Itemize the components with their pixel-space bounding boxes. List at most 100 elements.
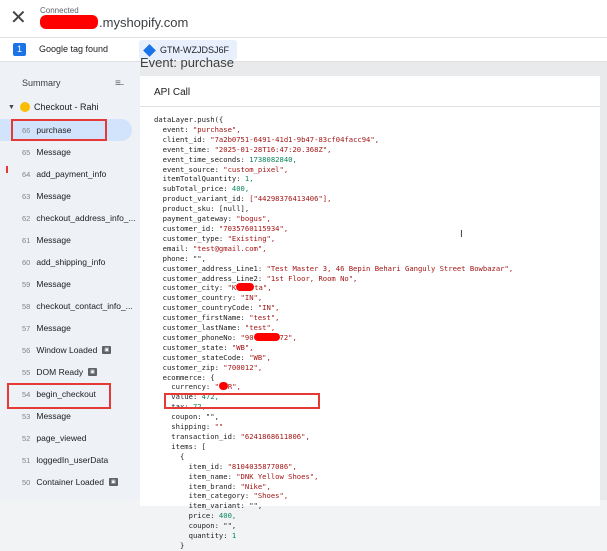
builtin-event-icon: ▣ xyxy=(88,368,97,376)
code-line: customer_phoneNo: "90 72", xyxy=(154,332,297,342)
code-line: subTotal_price: 400, xyxy=(154,184,250,194)
event-number: 55 xyxy=(22,367,31,377)
domain-suffix: .myshopify.com xyxy=(99,15,189,30)
top-bar: ✕ Connected .myshopify.com xyxy=(0,0,607,38)
code-line: event_time_seconds: 1738082840, xyxy=(154,154,297,164)
text-cursor-icon: I xyxy=(460,229,463,240)
event-label: Message xyxy=(36,323,71,333)
code-line: items: [ xyxy=(154,441,206,451)
clear-all-icon[interactable]: ≡̶ xyxy=(115,78,121,89)
code-line: item_brand: "Nike", xyxy=(154,481,271,491)
code-line: coupon: "", xyxy=(154,412,219,422)
event-label: Message xyxy=(36,411,71,421)
event-number: 63 xyxy=(22,191,31,201)
code-line: customer_address_Line2: "1st Floor, Room… xyxy=(154,273,358,283)
sidebar-event-item[interactable]: 61 Message xyxy=(0,229,140,251)
event-label: Message xyxy=(36,279,71,289)
tag-count-badge: 1 xyxy=(13,43,26,56)
sidebar-event-item[interactable]: 53 Message xyxy=(0,405,140,427)
event-number: 58 xyxy=(22,301,31,311)
sidebar-event-item[interactable]: 56 Window Loaded ▣ xyxy=(0,339,140,361)
page-row[interactable]: ▼ Checkout - Rahi xyxy=(8,102,98,112)
code-line: customer_firstName: "test", xyxy=(154,313,280,323)
code-line: customer_stateCode: "WB", xyxy=(154,352,271,362)
sidebar-event-item[interactable]: 59 Message xyxy=(0,273,140,295)
sidebar-event-item[interactable]: 66 purchase xyxy=(0,119,132,141)
event-number: 62 xyxy=(22,213,31,223)
code-line: customer_address_Line1: "Test Master 3, … xyxy=(154,263,514,273)
sidebar-event-item[interactable]: 55 DOM Ready ▣ xyxy=(0,361,140,383)
code-line: itemTotalQuantity: 1, xyxy=(154,174,254,184)
code-line: phone: "", xyxy=(154,253,206,263)
sidebar-event-item[interactable]: 62 checkout_address_info_... xyxy=(0,207,140,229)
summary-link[interactable]: Summary xyxy=(22,78,61,88)
sidebar-event-item[interactable]: 54 begin_checkout xyxy=(0,383,140,405)
sidebar-event-item[interactable]: 63 Message xyxy=(0,185,140,207)
panel-title: API Call xyxy=(154,87,191,98)
event-number: 50 xyxy=(22,477,31,487)
event-label: Message xyxy=(36,235,71,245)
code-line: payment_gateway: "bogus", xyxy=(154,214,271,224)
event-label: page_viewed xyxy=(36,433,87,443)
code-line: email: "test@gmail.com", xyxy=(154,243,267,253)
code-line: quantity: 1 xyxy=(154,531,237,541)
page-label: Checkout - Rahi xyxy=(33,102,99,112)
code-line: dataLayer.push({ xyxy=(154,115,224,124)
expand-triangle-icon[interactable]: ▼ xyxy=(8,104,15,111)
builtin-event-icon: ▣ xyxy=(108,478,118,486)
code-line: { xyxy=(154,451,185,461)
event-label: add_payment_info xyxy=(36,169,107,179)
sidebar-event-item[interactable]: 52 page_viewed xyxy=(0,427,140,449)
sidebar-event-item[interactable]: 60 add_shipping_info xyxy=(0,251,140,273)
redaction-mark xyxy=(218,382,228,391)
redaction-mark xyxy=(253,332,280,341)
event-label: add_shipping_info xyxy=(36,257,106,267)
code-line: transaction_id: "6241868611806", xyxy=(154,432,310,441)
code-line: customer_zip: "700012", xyxy=(154,362,263,372)
event-number: 61 xyxy=(22,235,31,245)
code-line: customer_state: "WB", xyxy=(154,342,254,352)
code-line: ecommerce: { xyxy=(154,372,215,382)
error-marker xyxy=(6,166,8,173)
sidebar-event-item[interactable]: 65 Message xyxy=(0,141,140,163)
code-line: product_sku: [null], xyxy=(154,204,250,214)
event-sidebar: Summary ≡̶ ▼ Checkout - Rahi 66 purchase… xyxy=(0,62,140,500)
sidebar-event-item[interactable]: 50 Container Loaded ▣ xyxy=(0,471,140,493)
event-label: Message xyxy=(36,147,71,157)
event-number: 60 xyxy=(22,257,31,267)
api-call-panel: API Call dataLayer.push({ event: "purcha… xyxy=(140,76,600,550)
code-line: event: "purchase", xyxy=(154,124,241,134)
builtin-event-icon: ▣ xyxy=(102,346,112,354)
code-line: client_id: "7a2b0751-6491-41d1-9b47-83cf… xyxy=(154,134,380,144)
sidebar-event-item[interactable]: 57 Message xyxy=(0,317,140,339)
code-line: item_variant: "", xyxy=(154,501,263,511)
event-number: 57 xyxy=(22,323,31,333)
code-line: customer_city: "K ta", xyxy=(154,283,272,293)
sidebar-event-item[interactable]: 58 checkout_contact_info_... xyxy=(0,295,140,317)
connected-domain: .myshopify.com xyxy=(40,15,188,30)
sidebar-event-item[interactable]: 51 loggedIn_userData xyxy=(0,449,140,471)
code-line: shipping: "" xyxy=(154,422,224,432)
event-label: checkout_address_info_... xyxy=(36,213,136,223)
event-number: 52 xyxy=(22,433,31,443)
event-number: 66 xyxy=(22,125,31,135)
code-line: customer_lastName: "test", xyxy=(154,323,276,333)
tag-bar: 1 Google tag found GTM-WZJDSJ6F xyxy=(0,38,607,62)
code-line: } xyxy=(154,540,185,550)
event-number: 56 xyxy=(22,345,31,355)
sidebar-event-item[interactable]: 64 add_payment_info xyxy=(0,163,140,185)
event-label: loggedIn_userData xyxy=(36,455,109,465)
code-line: item_id: "8104035877086", xyxy=(154,461,297,471)
code-line: item_name: "DNK Yellow Shoes", xyxy=(154,471,319,481)
code-line: price: 400, xyxy=(154,511,237,521)
event-label: Window Loaded xyxy=(36,345,98,355)
datalayer-code[interactable]: dataLayer.push({ event: "purchase", clie… xyxy=(154,115,513,551)
code-line: product_variant_id: ["44298376413406"], xyxy=(154,194,332,204)
event-label: checkout_contact_info_... xyxy=(36,301,133,311)
page-dot-icon xyxy=(19,102,30,112)
close-icon[interactable]: ✕ xyxy=(10,8,27,28)
event-number: 64 xyxy=(22,169,31,179)
container-id: GTM-WZJDSJ6F xyxy=(160,45,229,55)
redaction-mark xyxy=(40,15,98,29)
tag-found-label: Google tag found xyxy=(39,44,109,54)
